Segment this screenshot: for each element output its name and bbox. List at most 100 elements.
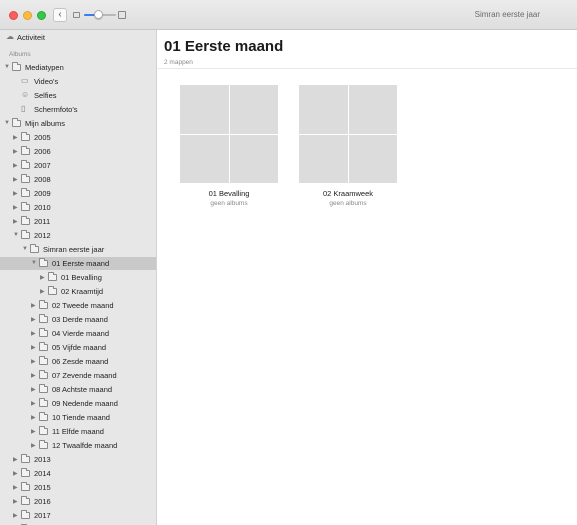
album-thumbnail[interactable] xyxy=(180,85,278,183)
sidebar-item[interactable]: ▶ 2015 xyxy=(0,481,156,494)
sidebar-item[interactable]: ▼ Simran eerste jaar xyxy=(0,243,156,256)
sidebar-item-label: 2012 xyxy=(34,231,51,240)
sidebar-item-label: Mijn albums xyxy=(25,119,66,128)
sidebar-item-activity[interactable]: ☁ Activiteit xyxy=(0,31,156,44)
album-card[interactable]: 02 Kraamweek geen albums xyxy=(299,85,397,207)
sidebar-item[interactable]: ▼ Mediatypen xyxy=(0,61,156,74)
sidebar-item-label: 06 Zesde maand xyxy=(52,357,109,366)
disclosure-collapsed-icon[interactable]: ▶ xyxy=(13,484,18,491)
folder-count: 2 mappen xyxy=(164,59,193,66)
sidebar-item[interactable]: ▶ 2011 xyxy=(0,215,156,228)
disclosure-collapsed-icon[interactable]: ▶ xyxy=(31,302,36,309)
zoom-in-icon[interactable] xyxy=(118,11,126,19)
sidebar-item[interactable]: ▶ 08 Achtste maand xyxy=(0,383,156,396)
sidebar-item[interactable]: ▶ 05 Vijfde maand xyxy=(0,341,156,354)
disclosure-expanded-icon[interactable]: ▼ xyxy=(22,246,28,252)
disclosure-collapsed-icon[interactable]: ▶ xyxy=(13,134,18,141)
folder-icon xyxy=(12,62,21,71)
disclosure-collapsed-icon[interactable]: ▶ xyxy=(13,204,18,211)
sidebar-section-albums: Albums xyxy=(9,51,31,58)
disclosure-collapsed-icon[interactable]: ▶ xyxy=(13,456,18,463)
sidebar-item[interactable]: ▶ 02 Kraamtijd xyxy=(0,285,156,298)
folder-icon xyxy=(21,468,30,477)
sidebar-item[interactable]: ▶ 02 Tweede maand xyxy=(0,299,156,312)
sidebar-item[interactable]: ▶ 2014 xyxy=(0,467,156,480)
sidebar-item[interactable]: ▯ Schermfoto's xyxy=(0,103,156,116)
disclosure-collapsed-icon[interactable]: ▶ xyxy=(31,386,36,393)
thumbnail-cell xyxy=(180,85,229,134)
album-name: 02 Kraamweek xyxy=(322,189,374,198)
disclosure-collapsed-icon[interactable]: ▶ xyxy=(31,414,36,421)
disclosure-collapsed-icon[interactable]: ▶ xyxy=(31,442,36,449)
thumbnail-cell xyxy=(299,85,348,134)
sidebar-item[interactable]: ▶ 2008 xyxy=(0,173,156,186)
back-button[interactable]: ‹ xyxy=(53,8,67,22)
sidebar-item-label: 2011 xyxy=(34,217,51,226)
disclosure-collapsed-icon[interactable]: ▶ xyxy=(13,176,18,183)
disclosure-collapsed-icon[interactable]: ▶ xyxy=(31,400,36,407)
disclosure-collapsed-icon[interactable]: ▶ xyxy=(31,428,36,435)
disclosure-expanded-icon[interactable]: ▼ xyxy=(4,64,10,70)
folder-icon xyxy=(30,244,39,253)
sidebar-item-label: 01 Bevalling xyxy=(61,273,102,282)
disclosure-collapsed-icon[interactable]: ▶ xyxy=(31,344,36,351)
sidebar-item[interactable]: ☺ Selfies xyxy=(0,89,156,102)
zoom-slider-knob[interactable] xyxy=(94,10,103,19)
sidebar-item[interactable]: ▼ Mijn albums xyxy=(0,117,156,130)
sidebar-item[interactable]: ▼ 2012 xyxy=(0,229,156,242)
disclosure-collapsed-icon[interactable]: ▶ xyxy=(13,218,18,225)
close-window-button[interactable] xyxy=(9,11,18,20)
sidebar-item[interactable]: ▼ 01 Eerste maand xyxy=(0,257,156,270)
sidebar-item[interactable]: ▶ 2006 xyxy=(0,145,156,158)
album-card[interactable]: 01 Bevalling geen albums xyxy=(180,85,278,207)
disclosure-collapsed-icon[interactable]: ▶ xyxy=(13,190,18,197)
sidebar-item[interactable]: ▶ 10 Tiende maand xyxy=(0,411,156,424)
sidebar-item[interactable]: ▶ 11 Elfde maand xyxy=(0,425,156,438)
disclosure-expanded-icon[interactable]: ▼ xyxy=(31,260,37,266)
sidebar-item-label: 09 Nedende maand xyxy=(52,399,118,408)
folder-icon xyxy=(21,216,30,225)
sidebar-item[interactable]: ▭ Video's xyxy=(0,75,156,88)
sidebar-item[interactable]: ▶ 2016 xyxy=(0,495,156,508)
disclosure-collapsed-icon[interactable]: ▶ xyxy=(31,330,36,337)
sidebar-item-label: Schermfoto's xyxy=(34,105,78,114)
fullscreen-window-button[interactable] xyxy=(37,11,46,20)
disclosure-collapsed-icon[interactable]: ▶ xyxy=(13,148,18,155)
sidebar-item[interactable]: ▶ 06 Zesde maand xyxy=(0,355,156,368)
sidebar-item[interactable]: ▶ 2005 xyxy=(0,131,156,144)
sidebar-item[interactable]: ▶ 2013 xyxy=(0,453,156,466)
sidebar-item-label: 2008 xyxy=(34,175,51,184)
sidebar-item[interactable]: ▶ 12 Twaalfde maand xyxy=(0,439,156,452)
sidebar-item[interactable]: ▶ 2009 xyxy=(0,187,156,200)
folder-icon xyxy=(39,258,48,267)
zoom-out-icon[interactable] xyxy=(73,12,80,18)
sidebar-item[interactable]: ▶ 09 Nedende maand xyxy=(0,397,156,410)
window-title: Simran eerste jaar xyxy=(474,10,540,19)
sidebar-item[interactable]: ▶ 03 Derde maand xyxy=(0,313,156,326)
disclosure-collapsed-icon[interactable]: ▶ xyxy=(13,498,18,505)
disclosure-collapsed-icon[interactable]: ▶ xyxy=(40,274,45,281)
disclosure-collapsed-icon[interactable]: ▶ xyxy=(13,162,18,169)
disclosure-expanded-icon[interactable]: ▼ xyxy=(4,120,10,126)
sidebar-item-label: 2006 xyxy=(34,147,51,156)
title-bar: ‹ Simran eerste jaar xyxy=(0,0,577,30)
disclosure-collapsed-icon[interactable]: ▶ xyxy=(31,372,36,379)
folder-icon xyxy=(48,286,57,295)
disclosure-collapsed-icon[interactable]: ▶ xyxy=(31,358,36,365)
disclosure-collapsed-icon[interactable]: ▶ xyxy=(13,470,18,477)
disclosure-collapsed-icon[interactable]: ▶ xyxy=(31,316,36,323)
sidebar-item[interactable]: ▶ 07 Zevende maand xyxy=(0,369,156,382)
minimize-window-button[interactable] xyxy=(23,11,32,20)
album-thumbnail[interactable] xyxy=(299,85,397,183)
sidebar-item[interactable]: ▶ 2010 xyxy=(0,201,156,214)
page-title: 01 Eerste maand xyxy=(164,38,284,55)
disclosure-expanded-icon[interactable]: ▼ xyxy=(13,232,19,238)
album-name: 01 Bevalling xyxy=(208,189,250,198)
sidebar-item[interactable]: ▶ 2017 xyxy=(0,509,156,522)
disclosure-collapsed-icon[interactable]: ▶ xyxy=(13,512,18,519)
sidebar-item[interactable]: ▶ 04 Vierde maand xyxy=(0,327,156,340)
sidebar-item[interactable]: ▶ 2007 xyxy=(0,159,156,172)
disclosure-collapsed-icon[interactable]: ▶ xyxy=(40,288,45,295)
sidebar-item[interactable]: ▶ 01 Bevalling xyxy=(0,271,156,284)
sidebar-item-label: 12 Twaalfde maand xyxy=(52,441,118,450)
